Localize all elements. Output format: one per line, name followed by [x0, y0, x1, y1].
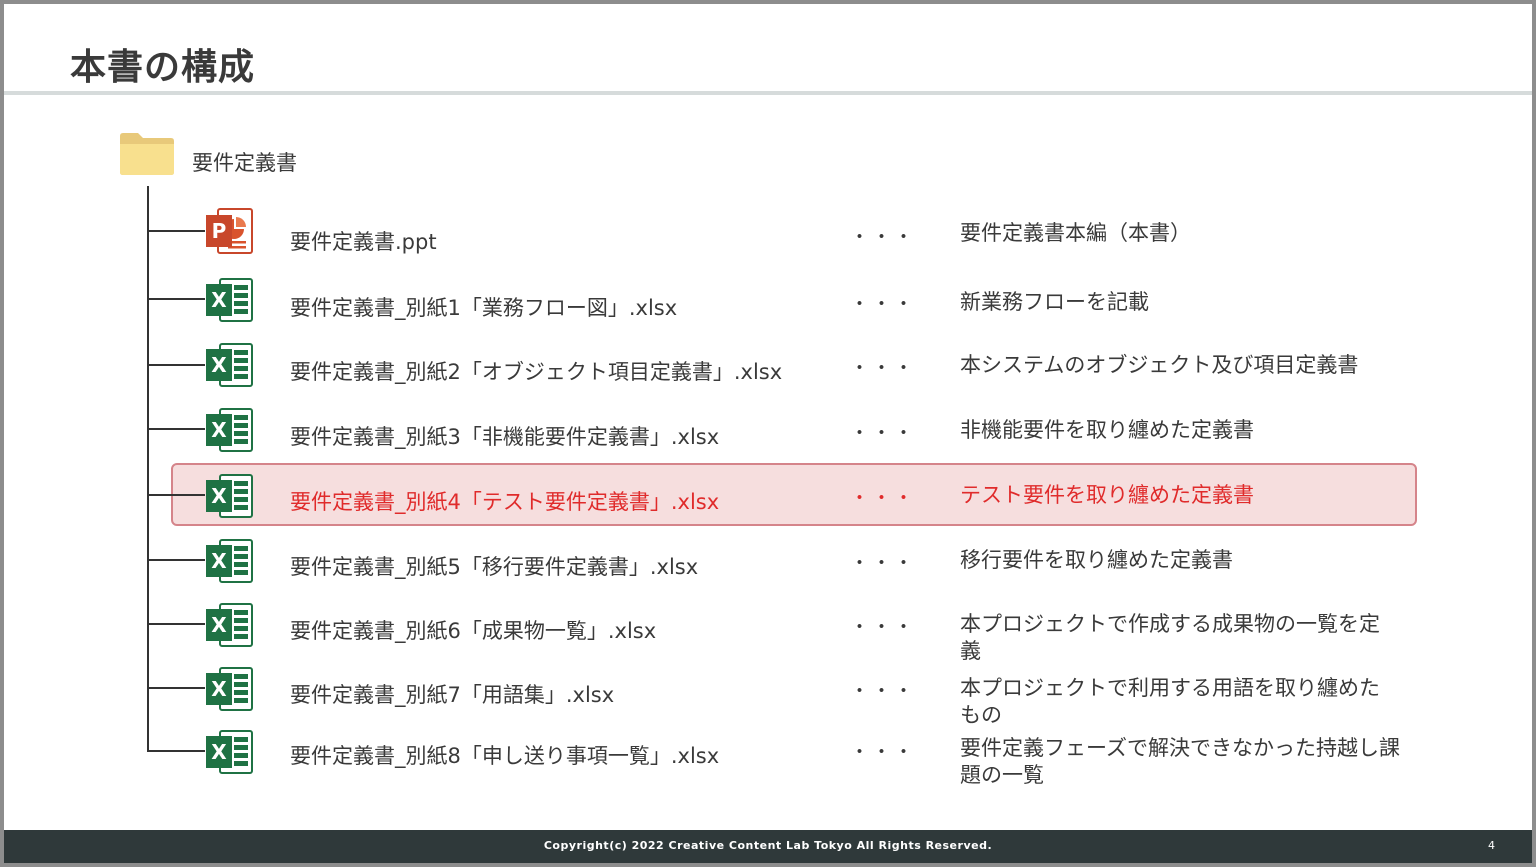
tree-branch — [147, 750, 205, 752]
title-divider — [4, 91, 1532, 95]
page-title: 本書の構成 — [70, 47, 256, 88]
file-name: 要件定義書_別紙2「オブジェクト項目定義書」.xlsx — [290, 360, 783, 384]
svg-text:X: X — [211, 353, 227, 377]
svg-text:P: P — [212, 219, 227, 243]
svg-text:X: X — [211, 740, 227, 764]
tree-branch — [147, 364, 205, 366]
file-description: 移行要件を取り纏めた定義書 — [960, 548, 1233, 572]
file-description: 本プロジェクトで作成する成果物の一覧を定義 — [960, 612, 1380, 663]
page-number: 4 — [1488, 839, 1495, 852]
file-name: 要件定義書.ppt — [290, 230, 437, 254]
footer: Copyright(c) 2022 Creative Content Lab T… — [4, 830, 1532, 863]
tree-branch — [147, 298, 205, 300]
file-name: 要件定義書_別紙3「非機能要件定義書」.xlsx — [290, 425, 720, 449]
tree-trunk — [147, 186, 149, 752]
file-description: 本プロジェクトで利用する用語を取り纏めたもの — [960, 676, 1380, 727]
separator: ・・・ — [850, 226, 917, 248]
file-description: 要件定義フェーズで解決できなかった持越し課題の一覧 — [960, 736, 1400, 787]
svg-text:X: X — [211, 418, 227, 442]
tree-branch — [147, 559, 205, 561]
excel-icon: X — [206, 408, 253, 452]
tree-branch — [147, 494, 205, 496]
excel-icon: X — [206, 603, 253, 647]
file-description: 本システムのオブジェクト及び項目定義書 — [960, 353, 1359, 377]
tree-branch — [147, 687, 205, 689]
separator: ・・・ — [850, 616, 917, 638]
file-description: 要件定義書本編（本書） — [960, 221, 1191, 245]
file-name: 要件定義書_別紙7「用語集」.xlsx — [290, 683, 615, 707]
folder-icon — [120, 133, 174, 175]
excel-icon: X — [206, 278, 253, 322]
file-name: 要件定義書_別紙6「成果物一覧」.xlsx — [290, 619, 657, 643]
svg-text:X: X — [211, 288, 227, 312]
tree-branch — [147, 623, 205, 625]
svg-text:X: X — [211, 484, 227, 508]
excel-icon: X — [206, 539, 253, 583]
svg-text:X: X — [211, 613, 227, 637]
excel-icon: X — [206, 730, 253, 774]
separator: ・・・ — [850, 741, 917, 763]
file-description: テスト要件を取り纏めた定義書 — [960, 483, 1254, 507]
file-name: 要件定義書_別紙8「申し送り事項一覧」.xlsx — [290, 744, 720, 768]
separator: ・・・ — [850, 357, 917, 379]
separator: ・・・ — [850, 293, 917, 315]
file-name: 要件定義書_別紙4「テスト要件定義書」.xlsx — [290, 490, 720, 514]
file-name: 要件定義書_別紙1「業務フロー図」.xlsx — [290, 296, 678, 320]
svg-text:X: X — [211, 549, 227, 573]
svg-text:X: X — [211, 677, 227, 701]
separator: ・・・ — [850, 422, 917, 444]
file-description: 新業務フローを記載 — [960, 290, 1149, 314]
tree-branch — [147, 230, 205, 232]
separator: ・・・ — [850, 487, 917, 509]
slide: 本書の構成 要件定義書 P 要件定義書.ppt ・・・ 要件定義書本編（本書） — [4, 4, 1532, 863]
separator: ・・・ — [850, 680, 917, 702]
file-name: 要件定義書_別紙5「移行要件定義書」.xlsx — [290, 555, 699, 579]
separator: ・・・ — [850, 552, 917, 574]
copyright-text: Copyright(c) 2022 Creative Content Lab T… — [543, 839, 993, 852]
folder-label: 要件定義書 — [192, 151, 297, 175]
tree-branch — [147, 428, 205, 430]
excel-icon: X — [206, 343, 253, 387]
file-description: 非機能要件を取り纏めた定義書 — [960, 418, 1254, 442]
powerpoint-icon: P — [206, 208, 253, 254]
excel-icon: X — [206, 667, 253, 711]
excel-icon: X — [206, 474, 253, 518]
